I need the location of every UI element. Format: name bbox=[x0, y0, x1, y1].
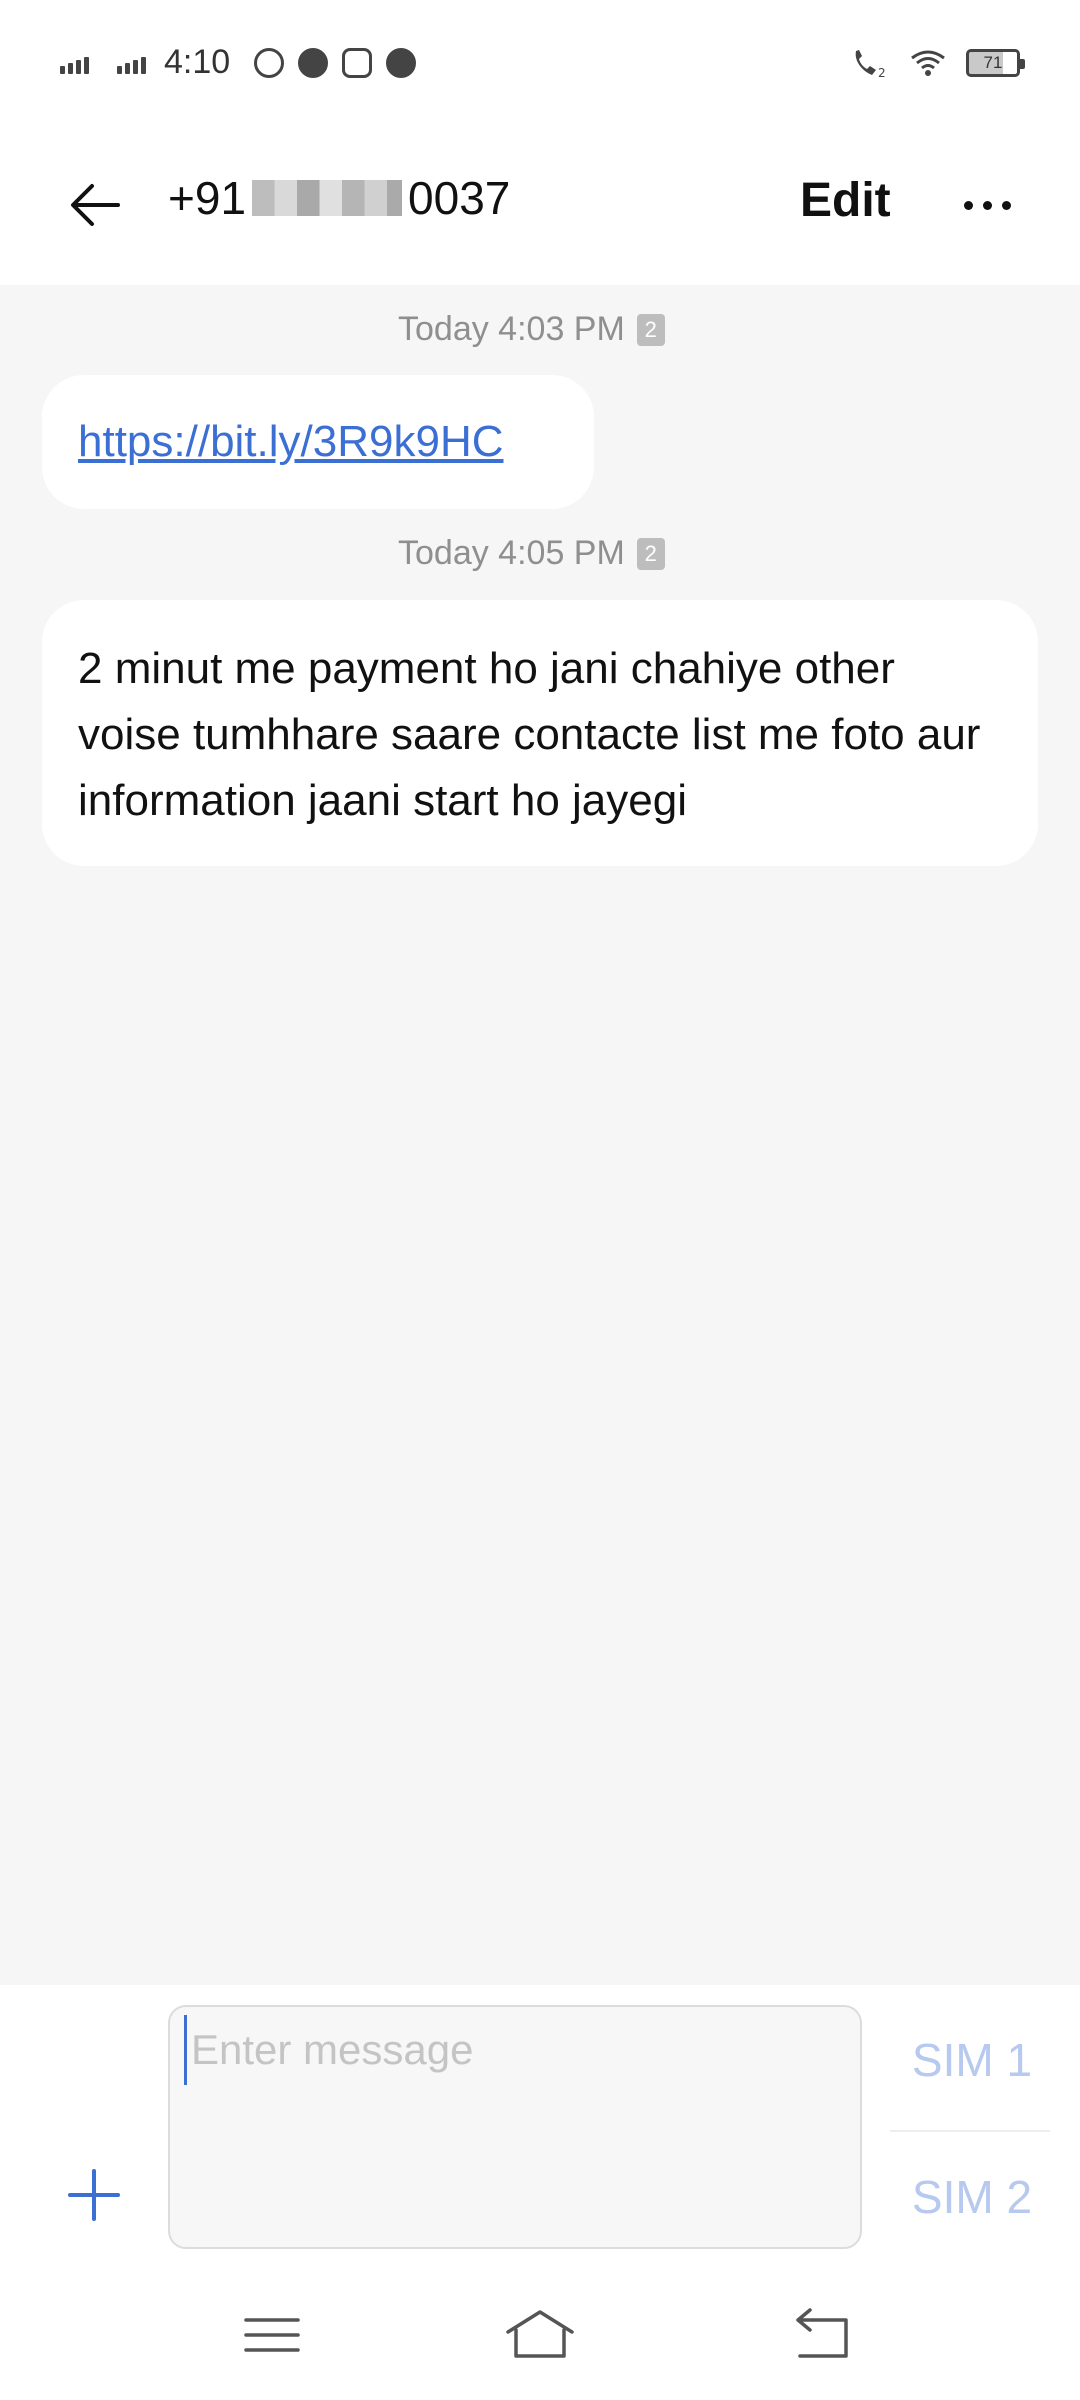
message-timestamp: Today 4:05 PM 2 bbox=[398, 534, 665, 573]
edit-button[interactable]: Edit bbox=[800, 173, 891, 228]
redacted-number-block bbox=[252, 180, 403, 216]
sim-badge: 2 bbox=[636, 313, 665, 346]
more-options-icon[interactable] bbox=[952, 175, 1022, 235]
message-composer: SIM 1 SIM 2 bbox=[0, 1985, 1080, 2270]
timestamp-text: Today 4:03 PM bbox=[398, 310, 625, 348]
menu-icon[interactable] bbox=[232, 2300, 312, 2370]
timestamp-text: Today 4:05 PM bbox=[398, 534, 625, 572]
plus-icon[interactable] bbox=[64, 2165, 124, 2225]
message-text: 2 minut me payment ho jani chahiye other… bbox=[78, 644, 981, 825]
snapchat-icon bbox=[298, 47, 329, 78]
battery-level: 71 bbox=[983, 52, 1003, 72]
sim-divider bbox=[890, 2130, 1050, 2132]
message-bubble[interactable]: 2 minut me payment ho jani chahiye other… bbox=[42, 600, 1038, 866]
message-input-box[interactable] bbox=[168, 2005, 862, 2249]
battery-icon: 71 bbox=[966, 48, 1025, 77]
send-sim1-button[interactable]: SIM 1 bbox=[892, 2010, 1052, 2110]
back-arrow-icon[interactable] bbox=[62, 170, 132, 240]
signal-icon bbox=[117, 52, 146, 74]
message-link[interactable]: https://bit.ly/3R9k9HC bbox=[78, 417, 504, 466]
home-icon[interactable] bbox=[500, 2300, 580, 2370]
status-time: 4:10 bbox=[164, 43, 231, 81]
contact-suffix: 0037 bbox=[408, 172, 511, 224]
wifi-calling-icon: 2 bbox=[855, 49, 886, 79]
send-sim2-button[interactable]: SIM 2 bbox=[892, 2147, 1052, 2247]
message-bubble[interactable]: https://bit.ly/3R9k9HC bbox=[42, 375, 594, 509]
instagram-icon bbox=[342, 47, 373, 78]
message-timestamp: Today 4:03 PM 2 bbox=[398, 310, 665, 349]
whatsapp-icon bbox=[254, 47, 285, 78]
svg-text:2: 2 bbox=[878, 66, 886, 79]
status-bar: 4:10 2 71 bbox=[0, 0, 1080, 125]
signal-icon bbox=[60, 52, 89, 74]
messenger-icon bbox=[386, 47, 417, 78]
back-icon[interactable] bbox=[782, 2300, 862, 2370]
message-input[interactable] bbox=[184, 2015, 844, 2085]
system-navigation-bar bbox=[0, 2270, 1080, 2400]
conversation-header: +91 0037 Edit bbox=[0, 125, 1080, 285]
sim-badge: 2 bbox=[636, 537, 665, 570]
wifi-icon bbox=[911, 50, 945, 76]
contact-number[interactable]: +91 0037 bbox=[168, 171, 510, 225]
contact-prefix: +91 bbox=[168, 172, 247, 224]
